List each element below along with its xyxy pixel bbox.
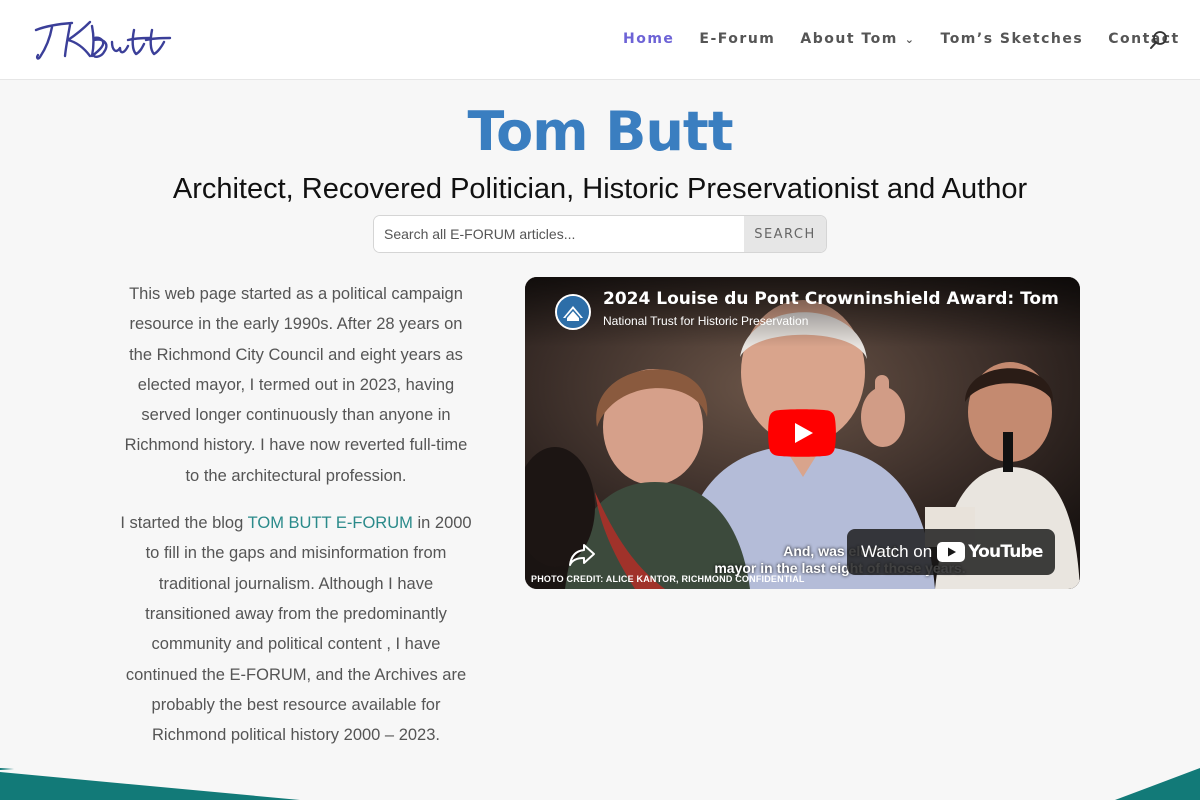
youtube-embed[interactable]: 2024 Louise du Pont Crowninshield Award:… bbox=[525, 277, 1080, 589]
site-header: Home E-Forum About Tom ⌄ Tom’s Sketches C… bbox=[0, 0, 1200, 80]
search-icon[interactable] bbox=[1148, 30, 1170, 52]
nav-about-tom-label: About Tom bbox=[800, 31, 898, 47]
youtube-logo-icon bbox=[937, 542, 966, 562]
signature-logo-icon bbox=[34, 20, 172, 60]
page-subtitle: Architect, Recovered Politician, Histori… bbox=[172, 173, 1028, 205]
nav-toms-sketches[interactable]: Tom’s Sketches bbox=[941, 31, 1084, 47]
eforum-link[interactable]: TOM BUTT E-FORUM bbox=[248, 514, 413, 532]
share-icon[interactable] bbox=[567, 539, 597, 569]
nav-e-forum[interactable]: E-Forum bbox=[699, 31, 775, 47]
channel-avatar-icon[interactable] bbox=[555, 294, 591, 330]
video-title-overlay bbox=[525, 277, 1080, 347]
intro-paragraph-1: This web page started as a political cam… bbox=[124, 285, 468, 485]
eforum-search-input[interactable] bbox=[374, 216, 744, 252]
intro-paragraph-2-start: I started the blog bbox=[120, 514, 248, 533]
nav-home-label: Home bbox=[623, 31, 675, 47]
video-title[interactable]: 2024 Louise du Pont Crowninshield Award:… bbox=[603, 289, 1065, 309]
intro-paragraph-2: I started the blog TOM BUTT E-FORUM in 2… bbox=[120, 508, 472, 750]
play-icon bbox=[768, 409, 836, 457]
watch-on-youtube-button[interactable]: Watch on YouTube bbox=[847, 529, 1055, 575]
nav-home[interactable]: Home bbox=[623, 31, 674, 47]
nav-about-tom[interactable]: About Tom ⌄ bbox=[800, 31, 915, 47]
watch-on-label: Watch on bbox=[861, 542, 933, 561]
intro-text: This web page started as a political cam… bbox=[120, 279, 472, 767]
youtube-wordmark: YouTube bbox=[968, 542, 1043, 562]
main-nav: Home E-Forum About Tom ⌄ Tom’s Sketches C… bbox=[623, 31, 1200, 47]
chevron-down-icon: ⌄ bbox=[904, 32, 916, 46]
play-button[interactable] bbox=[768, 409, 836, 457]
nav-toms-sketches-label: Tom’s Sketches bbox=[940, 31, 1084, 47]
site-logo[interactable] bbox=[32, 16, 174, 64]
eforum-search-form: SEARCH bbox=[373, 215, 827, 253]
search-button[interactable]: SEARCH bbox=[744, 216, 826, 252]
page-title: Tom Butt bbox=[467, 100, 733, 163]
photo-credit: PHOTO CREDIT: ALICE KANTOR, RICHMOND CON… bbox=[531, 574, 805, 584]
youtube-logo: YouTube bbox=[937, 542, 1043, 562]
video-channel-name[interactable]: National Trust for Historic Preservation bbox=[603, 314, 808, 328]
intro-paragraph-2-end: in 2000 to fill in the gaps and misinfor… bbox=[125, 514, 472, 745]
footer-wave-decoration bbox=[0, 768, 1200, 800]
nav-e-forum-label: E-Forum bbox=[699, 31, 776, 47]
